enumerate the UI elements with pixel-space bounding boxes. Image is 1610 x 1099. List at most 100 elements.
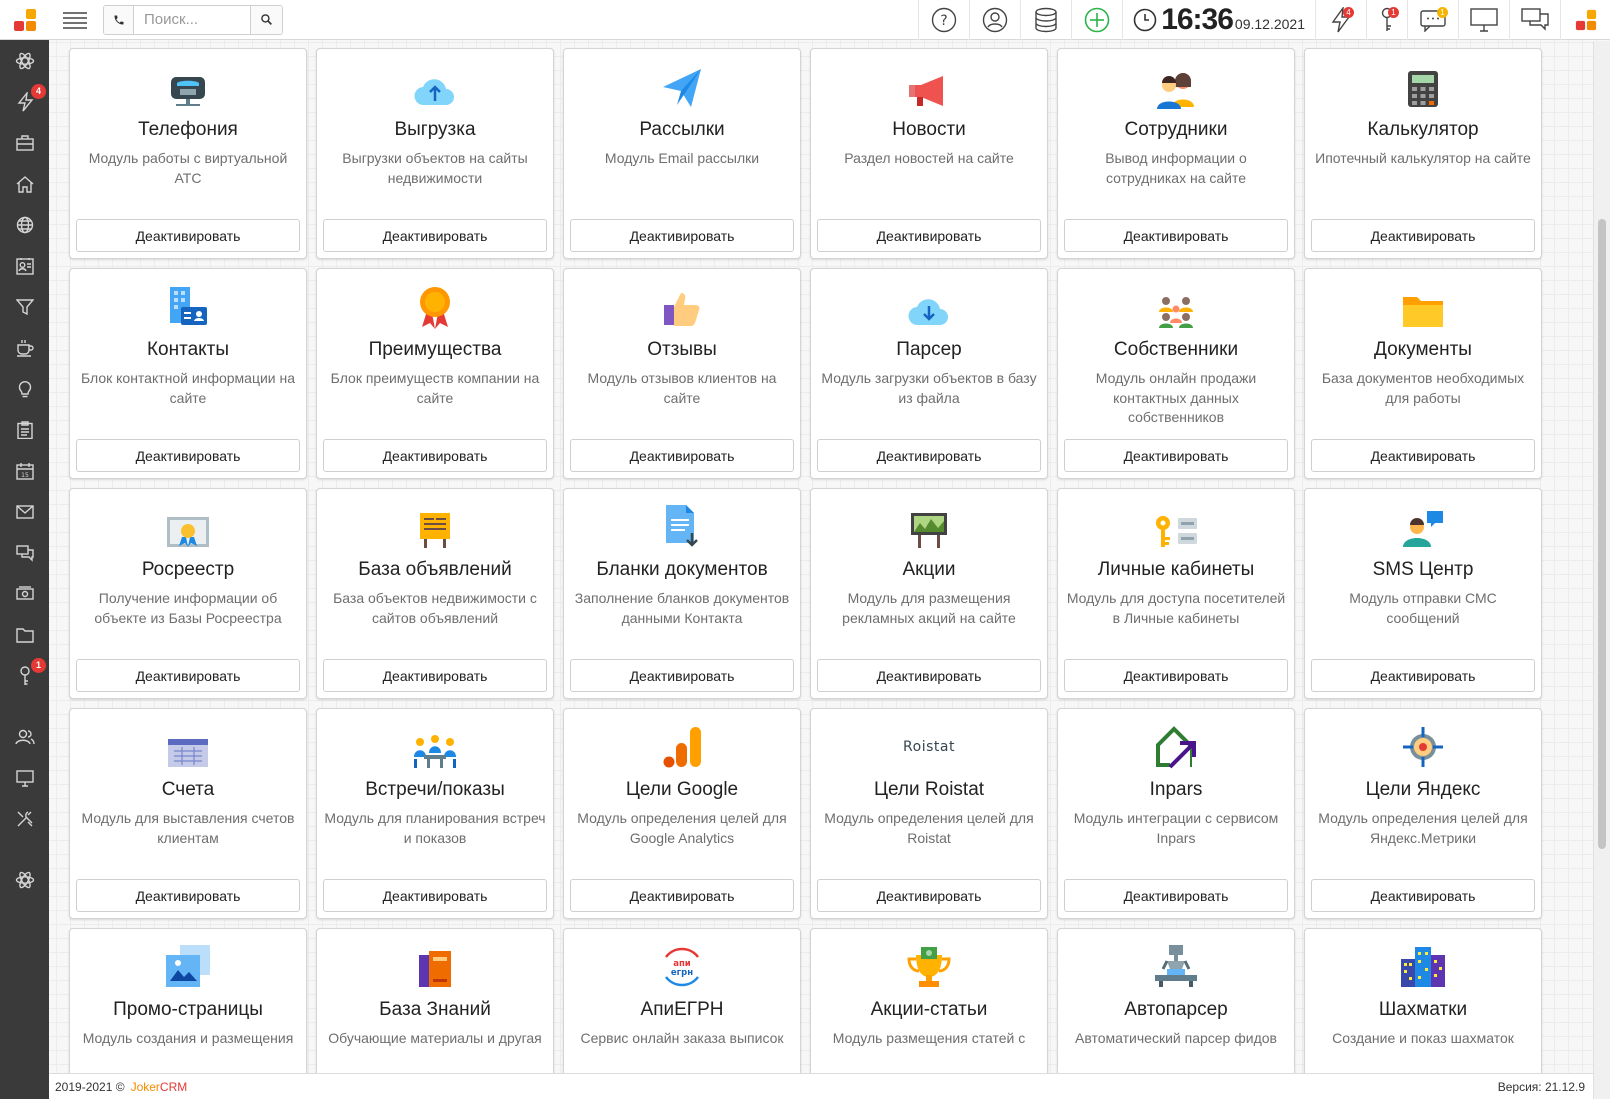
document-form-icon xyxy=(564,489,800,551)
sidebar-item-tools[interactable] xyxy=(0,798,49,839)
clock-date: 09.12.2021 xyxy=(1234,16,1305,32)
scrollbar-thumb[interactable] xyxy=(1598,219,1606,849)
deactivate-button[interactable]: Деактивировать xyxy=(1064,439,1288,472)
sidebar-item-finance[interactable] xyxy=(0,573,49,614)
deactivate-button[interactable]: Деактивировать xyxy=(817,219,1041,252)
search-icon[interactable] xyxy=(250,5,282,34)
module-title: Собственники xyxy=(1113,339,1239,360)
module-description: Ипотечный калькулятор на сайте xyxy=(1315,150,1531,166)
database-icon[interactable] xyxy=(1020,0,1071,40)
contacts-icon xyxy=(70,269,306,331)
search-input[interactable] xyxy=(134,5,250,34)
brand-link[interactable]: JokerCRM xyxy=(131,1080,188,1094)
messages-icon[interactable] xyxy=(1509,0,1560,40)
sidebar-item-events[interactable]: 4 xyxy=(0,81,49,122)
sidebar-item-users[interactable] xyxy=(0,716,49,757)
deactivate-button[interactable]: Деактивировать xyxy=(1311,659,1535,692)
phone-search-icon[interactable] xyxy=(104,5,134,34)
sidebar-item-chats[interactable] xyxy=(0,532,49,573)
deactivate-button[interactable]: Деактивировать xyxy=(817,659,1041,692)
hamburger-menu-icon[interactable] xyxy=(49,0,101,40)
deactivate-button[interactable]: Деактивировать xyxy=(1311,219,1535,252)
deactivate-button[interactable]: Деактивировать xyxy=(323,659,547,692)
module-card: Телефония Модуль работы с виртуальной АТС… xyxy=(69,48,307,259)
sidebar-item-calendar[interactable]: 15 xyxy=(0,450,49,491)
buildings-icon xyxy=(1305,929,1541,991)
events-lightning-icon[interactable]: 4 xyxy=(1315,0,1366,40)
deactivate-button[interactable]: Деактивировать xyxy=(323,439,547,472)
apps-logo-icon[interactable] xyxy=(1560,0,1610,40)
promo-pages-icon xyxy=(70,929,306,991)
deactivate-button[interactable]: Деактивировать xyxy=(323,879,547,912)
sidebar-item-monitor[interactable] xyxy=(0,757,49,798)
sidebar-item-site[interactable] xyxy=(0,204,49,245)
module-title: Калькулятор xyxy=(1367,119,1479,140)
module-card: Сотрудники Вывод информации о сотрудниках… xyxy=(1057,48,1295,259)
sidebar-item-tasks[interactable] xyxy=(0,409,49,450)
scrollbar[interactable] xyxy=(1593,41,1610,1099)
module-title: Сотрудники xyxy=(1124,119,1228,140)
module-description: База объектов недвижимости с сайтов объя… xyxy=(333,590,537,626)
deactivate-button[interactable]: Деактивировать xyxy=(323,219,547,252)
deactivate-button[interactable]: Деактивировать xyxy=(1064,879,1288,912)
deactivate-button[interactable]: Деактивировать xyxy=(76,879,300,912)
sidebar-item-settings[interactable] xyxy=(0,40,49,81)
billboard-icon xyxy=(811,489,1047,551)
calendar-icon: 15 xyxy=(15,462,34,480)
module-title: Цели Google xyxy=(625,779,739,800)
module-title: Цели Яндекс xyxy=(1365,779,1481,800)
deactivate-button[interactable]: Деактивировать xyxy=(1064,219,1288,252)
deactivate-button[interactable]: Деактивировать xyxy=(76,439,300,472)
module-title: Акции xyxy=(902,559,956,580)
megaphone-icon xyxy=(811,49,1047,111)
user-profile-icon[interactable] xyxy=(969,0,1020,40)
module-card: апиегрнапи егрн АпиЕГРН Сервис онлайн зака… xyxy=(563,928,801,1073)
sidebar-item-mail[interactable] xyxy=(0,491,49,532)
module-description: Модуль создания и размещения xyxy=(82,1030,294,1046)
deactivate-button[interactable]: Деактивировать xyxy=(1064,659,1288,692)
deactivate-button[interactable]: Деактивировать xyxy=(76,219,300,252)
module-description: Модуль отзывов клиентов на сайте xyxy=(587,370,777,406)
sidebar-keys-badge: 1 xyxy=(31,658,46,673)
deactivate-button[interactable]: Деактивировать xyxy=(1311,439,1535,472)
sidebar-item-coffee[interactable] xyxy=(0,327,49,368)
module-title: Преимущества xyxy=(368,339,502,360)
module-card: Акции-статьиМодуль размещения статей сДе… xyxy=(810,928,1048,1073)
monitor-icon[interactable] xyxy=(1458,0,1509,40)
modules-panel: Телефония Модуль работы с виртуальной АТС… xyxy=(49,41,1593,1073)
deactivate-button[interactable]: Деактивировать xyxy=(570,219,794,252)
sidebar-item-ideas[interactable] xyxy=(0,368,49,409)
sidebar-item-contacts[interactable] xyxy=(0,245,49,286)
chat-badge: 1 xyxy=(1437,7,1448,18)
app-logo[interactable] xyxy=(0,0,49,40)
sidebar-item-deals[interactable] xyxy=(0,122,49,163)
module-title: Выгрузка xyxy=(394,119,476,140)
deactivate-button[interactable]: Деактивировать xyxy=(570,659,794,692)
deactivate-button[interactable]: Деактивировать xyxy=(570,439,794,472)
help-icon[interactable]: ? xyxy=(918,0,969,40)
sidebar-item-objects[interactable] xyxy=(0,163,49,204)
deactivate-button[interactable]: Деактивировать xyxy=(570,879,794,912)
keys-icon[interactable]: 1 xyxy=(1366,0,1407,40)
module-title: База Знаний xyxy=(379,999,491,1020)
house-icon xyxy=(16,175,33,193)
top-bar: ? 16:36 09.12.2021 4 1 1 xyxy=(0,0,1610,40)
sidebar-item-keys[interactable]: 1 xyxy=(0,655,49,696)
sidebar-item-modules[interactable] xyxy=(0,859,49,900)
chat-icon[interactable]: 1 xyxy=(1407,0,1458,40)
deactivate-button[interactable]: Деактивировать xyxy=(817,439,1041,472)
module-description: Модуль загрузки объектов в базу из файла xyxy=(821,370,1037,406)
module-description: Выгрузки объектов на сайты недвижимости xyxy=(342,150,528,186)
calculator-icon xyxy=(1305,49,1541,111)
add-plus-icon[interactable] xyxy=(1071,0,1122,40)
deactivate-button[interactable]: Деактивировать xyxy=(1311,879,1535,912)
module-description: Модуль определения целей для Яндекс.Метр… xyxy=(1318,810,1528,846)
module-title: Промо-страницы xyxy=(113,999,263,1020)
module-description: Получение информации об объекте из Базы … xyxy=(94,590,282,626)
sidebar-item-funnel[interactable] xyxy=(0,286,49,327)
deactivate-button[interactable]: Деактивировать xyxy=(817,879,1041,912)
brand-crm: CRM xyxy=(159,1079,188,1094)
sidebar-item-documents[interactable] xyxy=(0,614,49,655)
display-icon xyxy=(15,769,34,787)
deactivate-button[interactable]: Деактивировать xyxy=(76,659,300,692)
